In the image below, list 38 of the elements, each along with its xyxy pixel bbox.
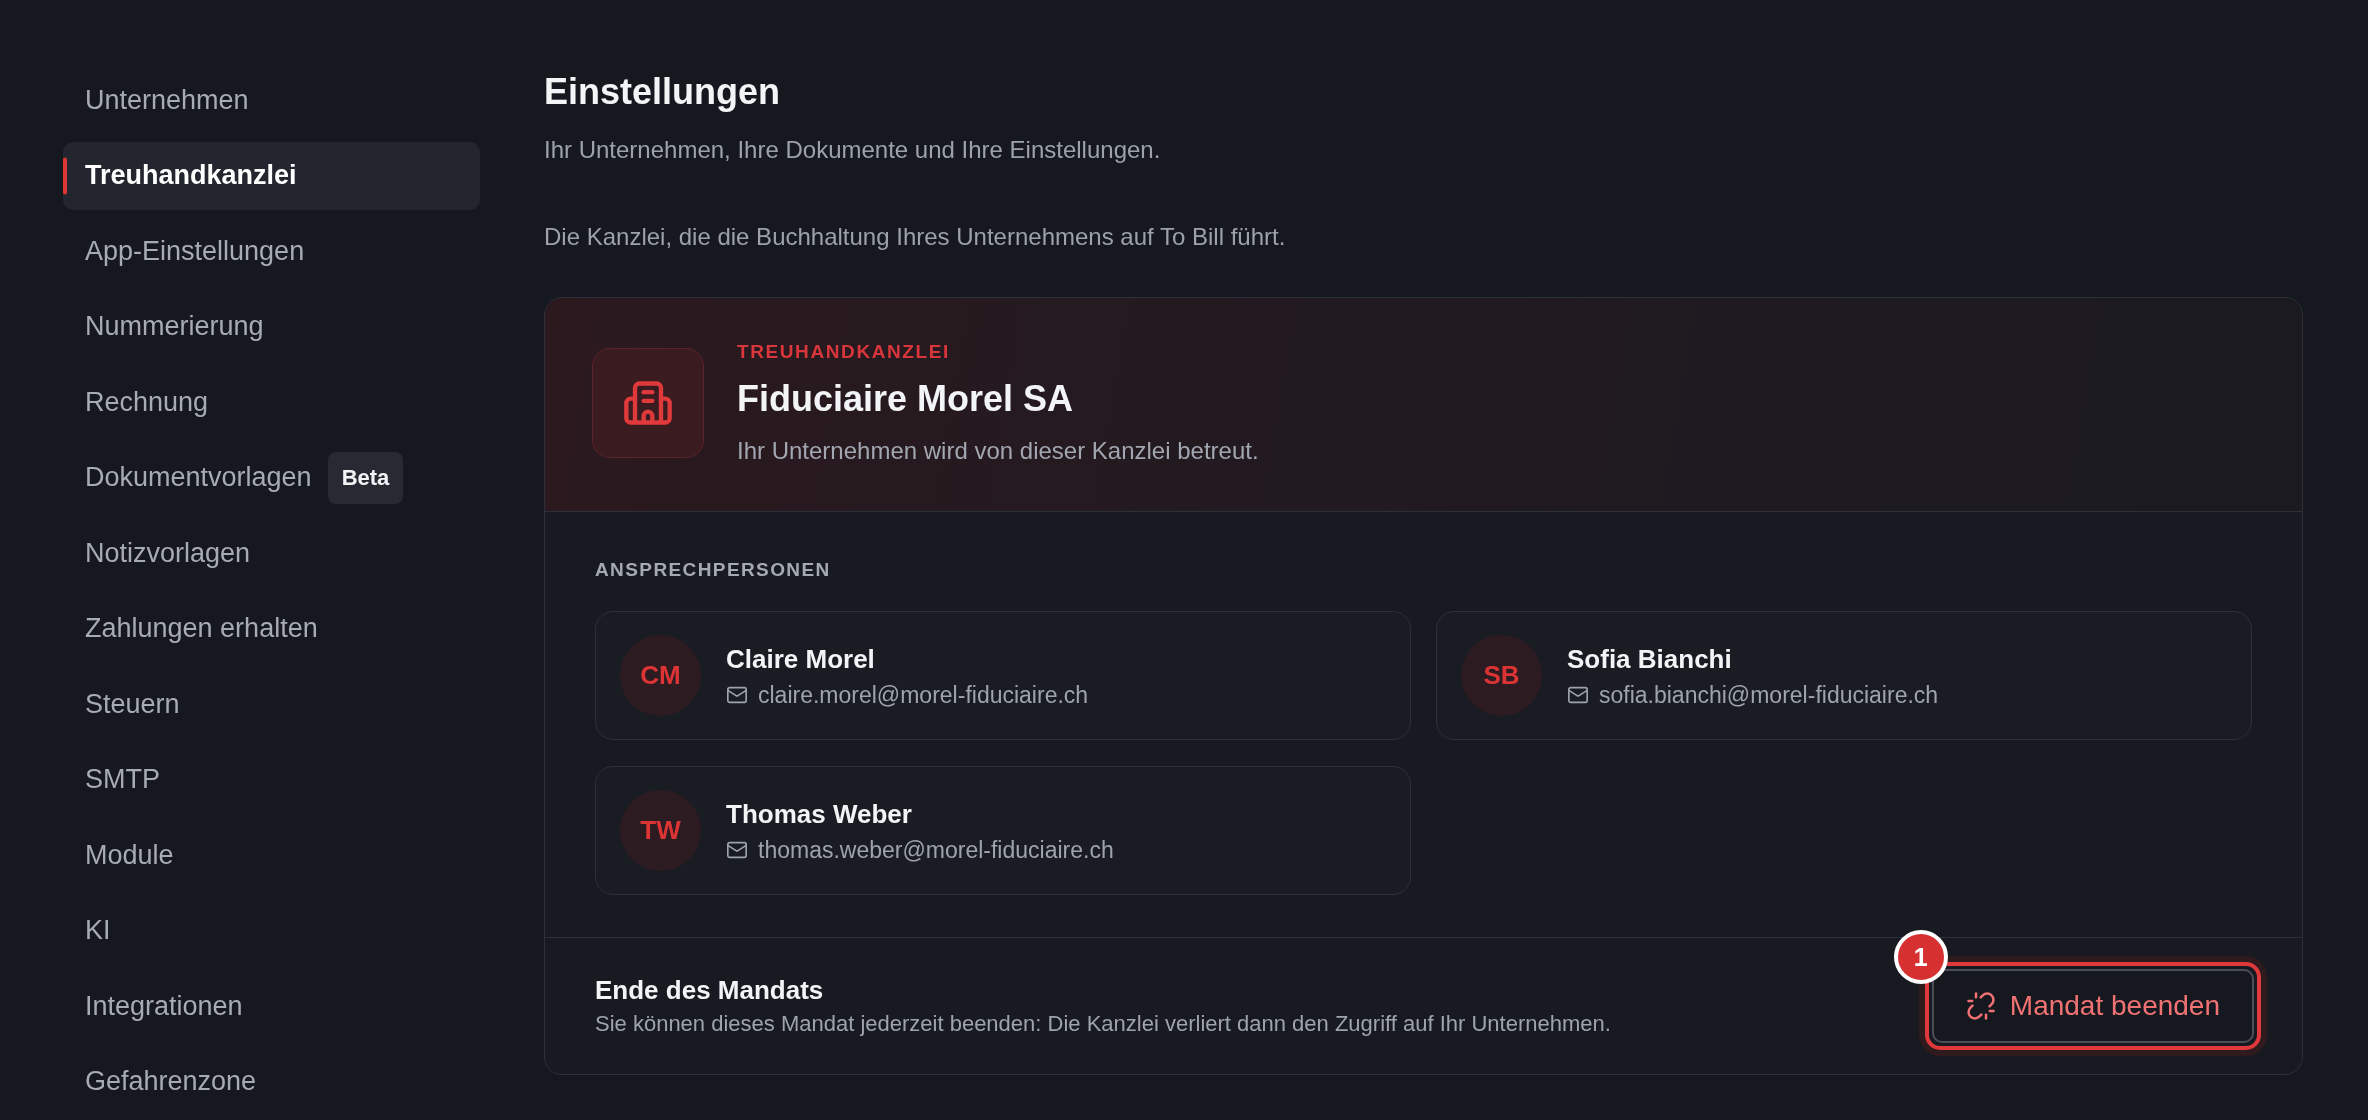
- sidebar-item[interactable]: Module: [85, 821, 174, 889]
- section-description: Die Kanzlei, die die Buchhaltung Ihres Unternehmens auf To Bill führt.: [544, 222, 1286, 252]
- sidebar-item[interactable]: Zahlungen erhalten: [85, 594, 318, 663]
- end-mandate-button[interactable]: Mandat beenden: [1931, 969, 2254, 1043]
- sidebar-item[interactable]: Dokumentvorlagen Beta: [85, 443, 404, 512]
- page-subtitle: Ihr Unternehmen, Ihre Dokumente und Ihre Einstellungen.: [544, 135, 1161, 165]
- firm-name: Fiduciaire Morel SA: [737, 377, 1074, 421]
- contact-email: sofia.bianchi@morel-fiduciaire.ch: [1599, 680, 1939, 709]
- sidebar-item[interactable]: Notizvorlagen: [85, 519, 251, 587]
- contact-avatar: CM: [620, 635, 701, 716]
- sidebar-item[interactable]: Treuhandkanzlei: [63, 141, 480, 210]
- firm-note: Ihr Unternehmen wird von dieser Kanzlei betreut.: [737, 436, 1259, 466]
- sidebar-item[interactable]: KI: [85, 896, 111, 965]
- building-icon: [592, 348, 704, 458]
- contact-email: claire.morel@morel-fiduciaire.ch: [758, 680, 1089, 709]
- sidebar-item[interactable]: Gefahrenzone: [85, 1047, 257, 1116]
- contact-avatar: SB: [1461, 635, 1542, 716]
- contact-name: Thomas Weber: [726, 797, 912, 830]
- sidebar-item[interactable]: Integrationen: [85, 972, 243, 1040]
- beta-badge: Beta: [327, 451, 404, 504]
- sidebar-item[interactable]: Rechnung: [85, 368, 209, 436]
- sidebar-item[interactable]: Steuern: [85, 670, 180, 738]
- sidebar-item[interactable]: App-Einstellungen: [85, 217, 305, 285]
- firm-label: TREUHANDKANZLEI: [737, 340, 950, 364]
- contact-avatar: TW: [620, 790, 701, 871]
- footer-title: Ende des Mandats: [595, 974, 824, 1006]
- broken-link-icon: [1965, 991, 1996, 1021]
- contact-email: thomas.weber@morel-fiduciaire.ch: [758, 835, 1114, 864]
- sidebar-item[interactable]: Unternehmen: [85, 66, 249, 134]
- contacts-heading: ANSPRECHPERSONEN: [595, 558, 831, 582]
- sidebar-item[interactable]: Nummerierung: [85, 292, 264, 361]
- page-title: Einstellungen: [544, 70, 781, 114]
- contact-name: Sofia Bianchi: [1567, 642, 1732, 675]
- selection-bar: [63, 157, 67, 194]
- sidebar-item[interactable]: SMTP: [85, 745, 160, 814]
- step-marker: 1: [1893, 930, 1948, 984]
- footer-description: Sie können dieses Mandat jederzeit beenden: Die Kanzlei verliert dann den Zugriff auf Ihr Unternehmen.: [595, 1010, 1611, 1038]
- contact-name: Claire Morel: [726, 642, 875, 675]
